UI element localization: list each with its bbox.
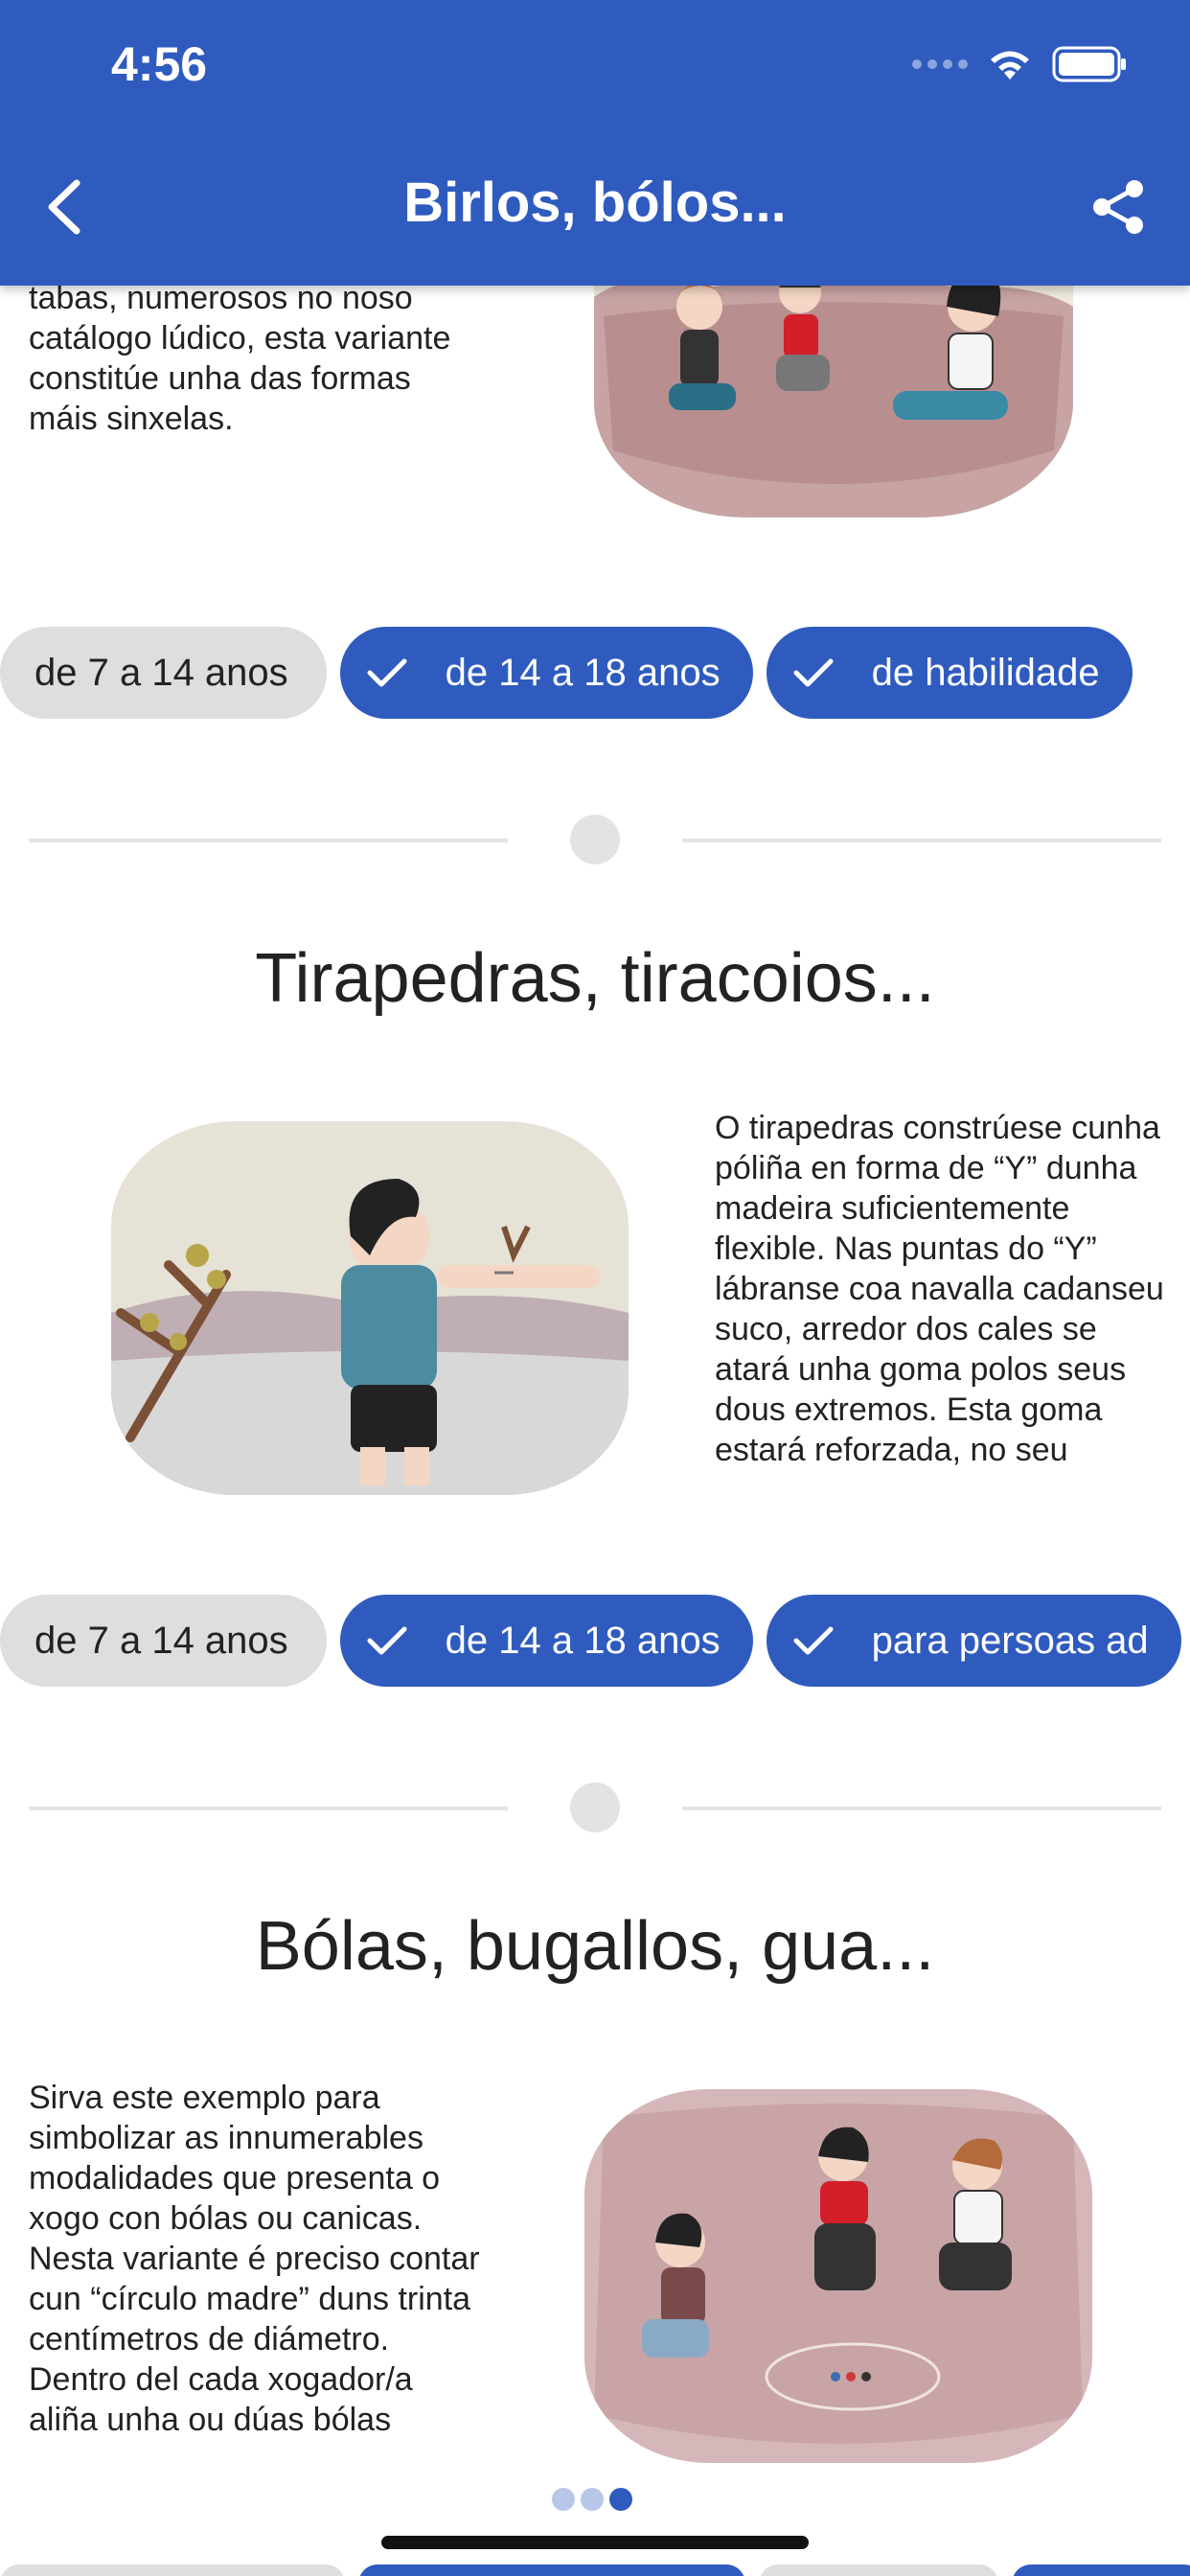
chip-label: de 7 a 14 anos [34,651,288,694]
app-bar: 4:56 Birlos, bólos... [0,0,1190,286]
chip-label: de habilidade [871,651,1100,694]
chip-label: de 14 a 18 anos [445,651,721,694]
chip-age-14-18[interactable]: de 14 a 18 anos [339,627,753,719]
section-title: Bólas, bugallos, gua... [255,1908,935,1985]
chip-peek [759,2564,998,2576]
status-time: 4:56 [111,37,208,91]
chip-label: de 7 a 14 anos [34,1619,288,1662]
game-illustration-bolas [584,2089,1092,2463]
tag-chips-row-1: de 7 a 14 anos de 14 a 18 anos de habili… [0,627,1133,719]
section-title: Tirapedras, tiracoios... [255,940,935,1017]
section-divider [29,1781,1161,1834]
home-indicator [381,2536,809,2549]
check-icon [793,658,834,687]
page-indicator [552,2488,632,2511]
chip-peek [1012,2564,1190,2576]
status-icons [912,46,1127,82]
chip-label: de 14 a 18 anos [445,1619,721,1662]
check-icon [793,1626,834,1655]
battery-icon [1052,46,1126,82]
share-icon [1093,180,1143,234]
chip-age-14-18[interactable]: de 14 a 18 anos [339,1595,753,1687]
game-description: O tirapedras constrúese cunha póliña en … [715,1110,1164,1468]
scroll-content[interactable]: tabas, numerosos no noso catálogo lúdico… [0,0,1190,2576]
page-title: Birlos, bólos... [403,172,787,234]
chip-adults[interactable]: para persoas ad [766,1595,1181,1687]
chip-skill[interactable]: de habilidade [766,627,1133,719]
game-description: Sirva este exemplo para simbolizar as in… [29,2080,480,2438]
chip-label: para persoas ad [871,1619,1149,1662]
section-divider [29,813,1161,866]
game-description: tabas, numerosos no noso catálogo lúdico… [29,280,451,437]
cellular-signal-icon [912,59,968,69]
check-icon [367,1626,407,1655]
chip-age-7-14[interactable]: de 7 a 14 anos [0,627,327,719]
chip-peek [0,2564,345,2576]
game-illustration-tirapedras [111,1121,629,1495]
wifi-icon [991,51,1029,80]
check-icon [367,658,407,687]
chip-age-7-14[interactable]: de 7 a 14 anos [0,1595,327,1687]
share-button[interactable] [1085,172,1152,242]
tag-chips-row-2: de 7 a 14 anos de 14 a 18 anos para pers… [0,1595,1181,1687]
chip-peek [358,2564,745,2576]
